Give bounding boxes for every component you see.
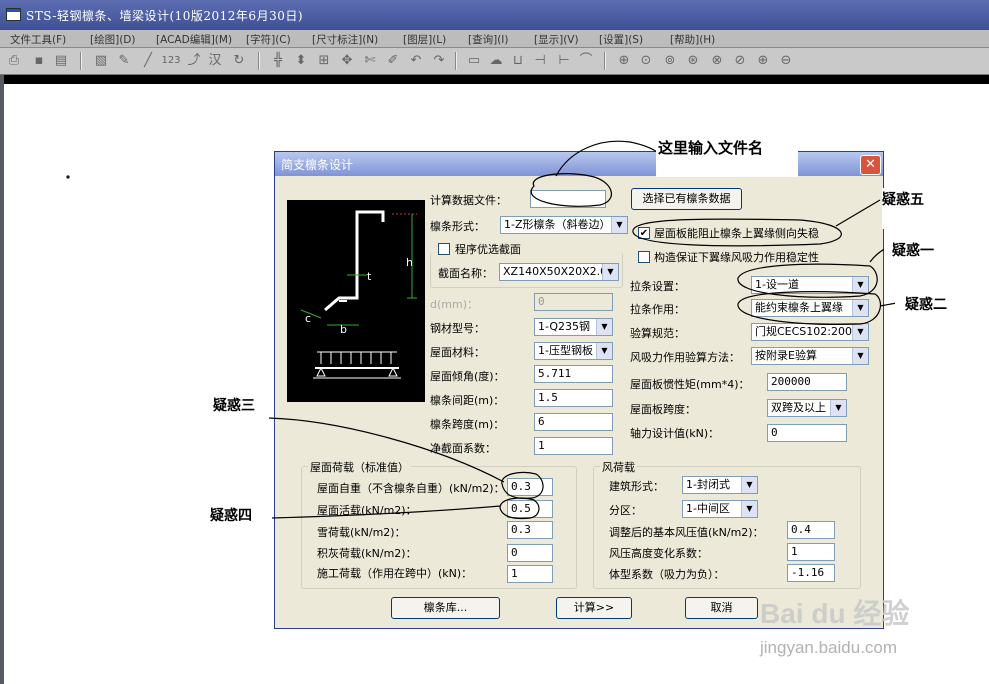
note-doubt2: 疑惑二 [895,290,977,321]
circle-calc-file [530,173,612,207]
note-doubt4: 疑惑四 [210,504,272,535]
line-to-doubt3 [267,417,505,483]
dot-mark [66,175,70,179]
line-to-doubt5 [835,199,881,227]
circle-prevent-instability [632,218,842,247]
note-input-name: 这里输入文件名 [656,140,798,177]
note-doubt1: 疑惑一 [884,238,966,265]
watermark-url: jingyan.baidu.com [760,638,898,657]
watermark-logo: Bai du 经验 [760,598,910,629]
note-doubt3: 疑惑三 [213,394,269,427]
circle-live-load [499,497,540,520]
note-doubt4-box [228,534,272,564]
arrow-to-input-name [555,140,664,177]
circle-dead-load [501,471,544,499]
note-doubt5: 疑惑五 [882,188,954,229]
annotation-strokes [66,140,919,520]
line-to-doubt4 [271,505,501,519]
